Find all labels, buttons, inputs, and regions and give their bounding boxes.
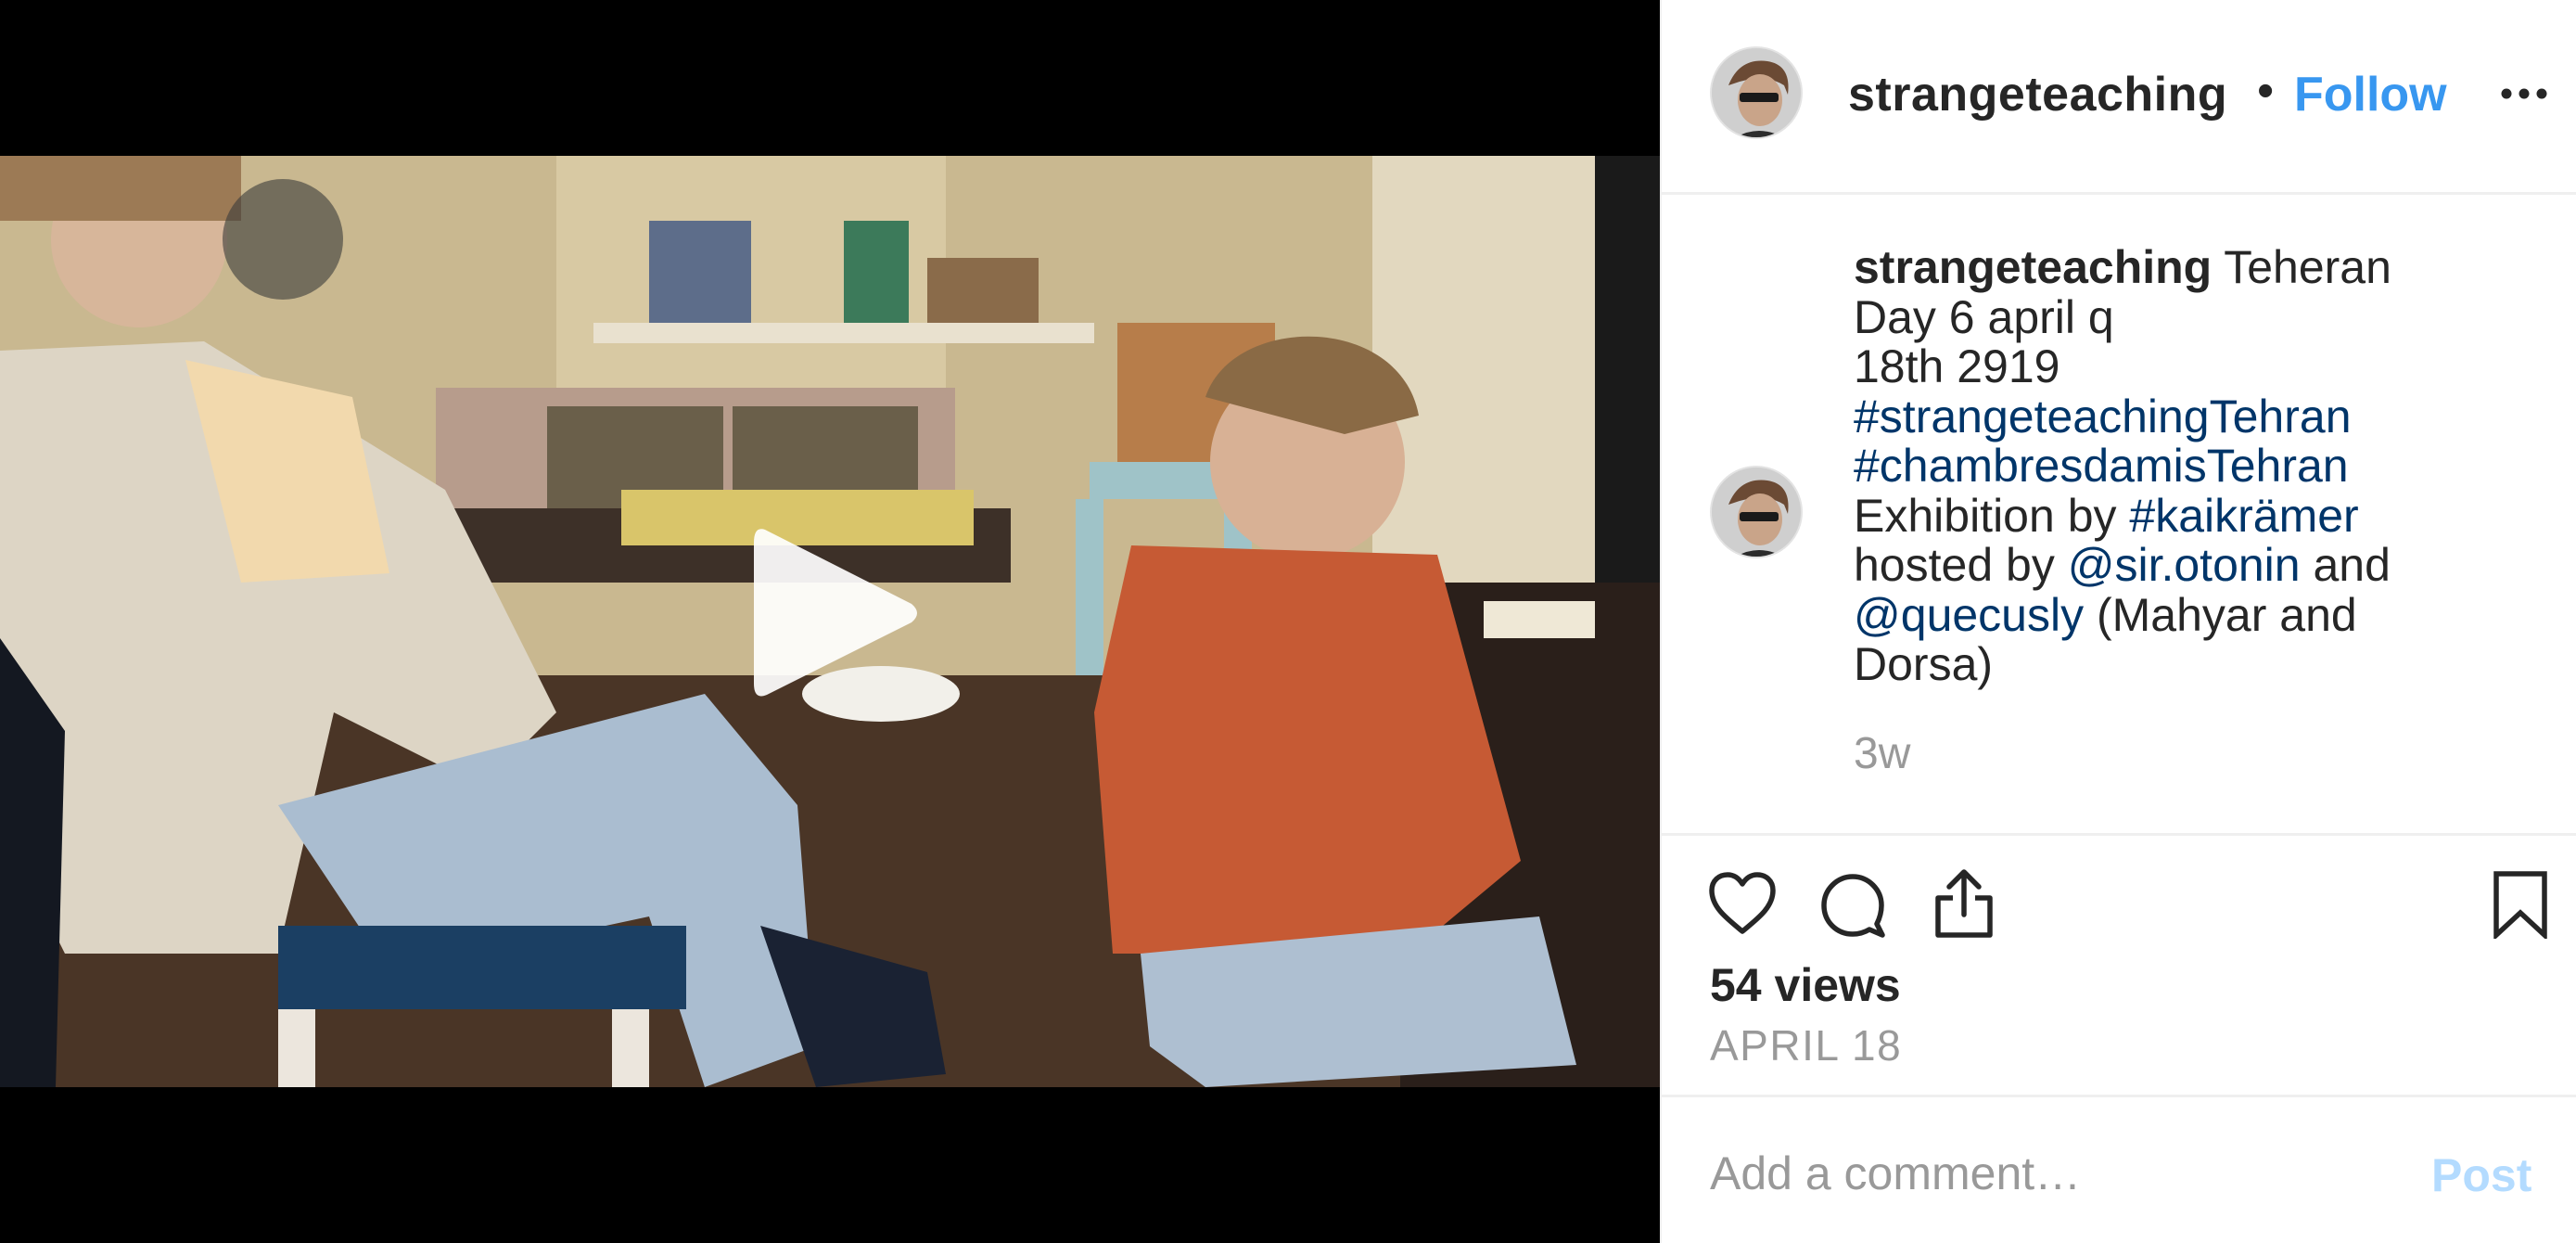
bookmark-icon[interactable] — [2493, 870, 2548, 939]
caption-avatar[interactable] — [1710, 466, 1803, 558]
play-icon[interactable] — [746, 522, 923, 703]
avatar-image — [1712, 468, 1801, 557]
video-player[interactable] — [0, 0, 1660, 1243]
time-ago[interactable]: 3w — [1854, 728, 1910, 779]
caption: strangeteaching Teheran Day 6 april q 18… — [1854, 241, 2540, 690]
caption-text: Day 6 april q — [1854, 290, 2114, 343]
share-icon[interactable] — [1932, 868, 1996, 939]
hashtag-link[interactable]: #chambresdamisTehran — [1854, 440, 2349, 492]
video-frame[interactable] — [0, 156, 1660, 1087]
caption-text: and — [2300, 539, 2391, 591]
heart-icon[interactable] — [1708, 872, 1777, 935]
divider — [1662, 1095, 2576, 1097]
view-count[interactable]: 54 views — [1710, 958, 1901, 1012]
separator-dot: • — [2257, 64, 2275, 118]
comment-input[interactable] — [1710, 1141, 2415, 1206]
caption-text: hosted by — [1854, 539, 2068, 591]
caption-text: Exhibition by — [1854, 489, 2130, 542]
mention-link[interactable]: @sir.otonin — [2068, 539, 2301, 591]
avatar[interactable] — [1710, 46, 1803, 139]
follow-button[interactable]: Follow — [2294, 67, 2447, 122]
avatar-image — [1712, 48, 1801, 137]
post-sidebar: strangeteaching • Follow strangeteaching… — [1660, 0, 2576, 1243]
divider — [1662, 192, 2576, 195]
caption-username[interactable]: strangeteaching — [1854, 241, 2212, 293]
more-dots-icon[interactable] — [2500, 87, 2548, 100]
hashtag-link[interactable]: #strangeteachingTehran — [1854, 391, 2352, 442]
post-date[interactable]: APRIL 18 — [1710, 1020, 1902, 1070]
caption-text: Dorsa) — [1854, 638, 1994, 690]
username[interactable]: strangeteaching — [1848, 67, 2256, 122]
hashtag-link[interactable]: #kaikrämer — [2129, 490, 2358, 542]
caption-text: 18th 2919 — [1854, 340, 2060, 392]
mention-link[interactable]: @quecusly — [1854, 589, 2084, 641]
post-button[interactable]: Post — [2431, 1148, 2531, 1202]
caption-text: (Mahyar and — [2084, 588, 2357, 641]
comment-icon[interactable] — [1819, 872, 1886, 939]
caption-text: Teheran — [2212, 241, 2391, 293]
divider — [1662, 833, 2576, 836]
